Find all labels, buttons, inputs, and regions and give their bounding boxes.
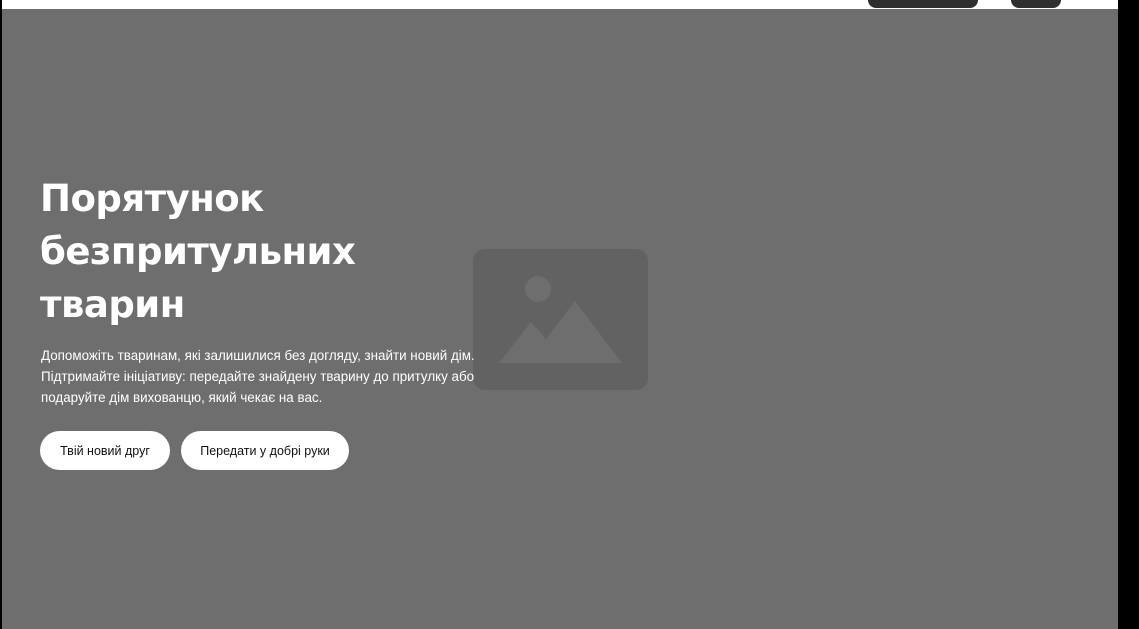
- new-friend-button[interactable]: Твій новий друг: [40, 431, 170, 470]
- give-into-good-hands-button[interactable]: Передати у добрі руки: [181, 431, 349, 470]
- image-placeholder-icon: [473, 249, 648, 390]
- page: Порятунок безпритульних тварин Допоможіт…: [0, 0, 1139, 629]
- nav-button-small[interactable]: [1011, 0, 1061, 8]
- hero-description: Допоможіть тваринам, які залишилися без …: [41, 348, 475, 405]
- nav-button[interactable]: [868, 0, 978, 8]
- hero-section: Порятунок безпритульних тварин Допоможіт…: [2, 9, 1118, 629]
- hero-title: Порятунок безпритульних тварин: [40, 177, 356, 326]
- top-navigation-bar: [0, 0, 1118, 9]
